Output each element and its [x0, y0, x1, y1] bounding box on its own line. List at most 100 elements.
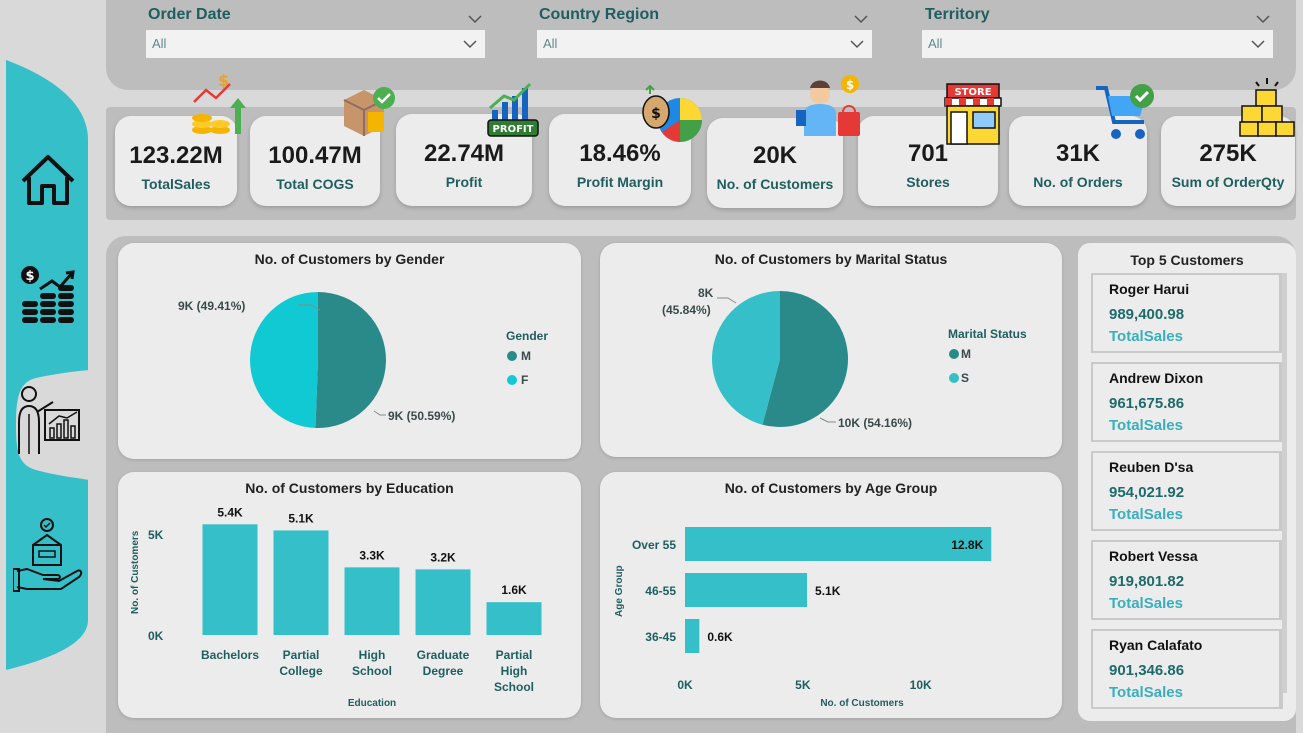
bar-value-label: 12.8K [951, 538, 983, 552]
data-label-f: 9K (49.41%) [178, 299, 245, 313]
bar[interactable] [415, 569, 471, 635]
chevron-down-icon[interactable] [468, 12, 482, 26]
nav-customers[interactable] [6, 370, 90, 470]
bar[interactable] [486, 602, 542, 635]
bar[interactable] [685, 619, 700, 653]
customer-metric-label: TotalSales [1109, 417, 1183, 434]
kpi-label: Stores [906, 174, 950, 190]
customer-name: Andrew Dixon [1109, 370, 1204, 386]
filter-title: Country Region [539, 6, 659, 23]
filter-country-region: Country Region [539, 6, 659, 24]
customer-name: Roger Harui [1109, 281, 1190, 297]
kpi-label: Profit [445, 174, 483, 190]
customer-name: Robert Vessa [1109, 548, 1198, 564]
legend-label-m: M [961, 347, 971, 361]
bar[interactable] [685, 573, 808, 607]
customer-card: Ryan Calafato 901,346.86 TotalSales [1091, 629, 1283, 709]
pie-slice-f[interactable] [250, 292, 318, 428]
kpi-label: No. of Customers [716, 176, 834, 192]
bar-value-label: 0.6K [707, 630, 733, 644]
kpi-value: 100.47M [268, 142, 362, 169]
customer-card: Reuben D'sa 954,021.92 TotalSales [1091, 451, 1283, 531]
chevron-down-icon[interactable] [854, 12, 868, 26]
shopper-icon: $ [796, 75, 860, 136]
shopping-cart-check-icon [1096, 84, 1154, 139]
stacked-boxes-icon [1239, 78, 1295, 137]
legend-label-f: F [521, 373, 528, 387]
nav-sales[interactable]: $ [6, 245, 90, 345]
home-icon [21, 155, 75, 205]
nav-home[interactable] [6, 130, 90, 230]
customer-metric-label: TotalSales [1109, 506, 1183, 523]
territory-dropdown[interactable]: All [922, 30, 1273, 58]
customer-metric-label: TotalSales [1109, 595, 1183, 612]
bar[interactable] [202, 524, 258, 635]
gender-pie-chart: 9K (49.41%) 9K (50.59%) Gender M F [178, 292, 548, 428]
kpi-label: Total COGS [276, 176, 354, 192]
x-tick-label: High School [352, 648, 392, 678]
sales-chart-coins-icon: $ [192, 72, 246, 134]
y-tick-label: 46-55 [645, 584, 676, 598]
customer-card: Roger Harui 989,400.98 TotalSales [1091, 273, 1283, 353]
customer-card: Robert Vessa 919,801.82 TotalSales [1091, 540, 1283, 620]
bar[interactable] [273, 530, 329, 635]
customer-sales: 989,400.98 [1109, 306, 1185, 323]
chevron-down-icon [850, 40, 864, 49]
x-tick-label: 5K [795, 678, 811, 692]
kpi-label: Profit Margin [576, 174, 664, 190]
customer-name: Reuben D'sa [1109, 459, 1194, 475]
education-bar-chart: 5K 0K No. of Customers Education 5.4K Bachelo… [130, 505, 542, 709]
bar[interactable] [685, 527, 992, 561]
top-customers-panel: Top 5 Customers Roger Harui 989,400.98 T… [1078, 243, 1296, 721]
country-region-dropdown[interactable]: All [537, 30, 872, 58]
nav-orders[interactable] [6, 505, 90, 605]
scrollbar[interactable] [1282, 273, 1287, 693]
x-tick-label: Graduate Degree [417, 648, 470, 678]
x-axis-title: Education [348, 698, 396, 709]
dashboard: $ Order Date All Country Region All Terr… [0, 0, 1303, 733]
data-label-s-pct: (45.84%) [662, 303, 711, 317]
customer-card: Andrew Dixon 961,675.86 TotalSales [1091, 362, 1283, 442]
gender-chart-card: No. of Customers by Gender 9K (49.41%) 9… [118, 243, 581, 459]
store-icon: STORE [944, 83, 1002, 145]
kpi-label: No. of Orders [1033, 174, 1123, 190]
legend-marker-m [507, 351, 517, 361]
customer-sales: 901,346.86 [1109, 662, 1185, 679]
legend-title: Gender [506, 329, 548, 343]
bar[interactable] [344, 567, 400, 635]
delivery-hand-box-icon [13, 518, 83, 592]
bar-value-label: 5.4K [217, 505, 243, 519]
legend-marker-m [949, 349, 959, 359]
kpi-value: 20K [752, 142, 798, 169]
filter-title: Territory [925, 6, 990, 23]
kpi-value: 31K [1055, 140, 1101, 167]
panel-title: Top 5 Customers [1130, 252, 1244, 268]
dropdown-value: All [543, 36, 558, 51]
filter-territory: Territory [925, 6, 990, 24]
y-tick-label: 0K [148, 629, 164, 643]
chevron-down-icon[interactable] [1256, 12, 1270, 26]
sales-growth-icon: $ [21, 266, 75, 323]
box-cost-icon [343, 87, 395, 136]
marital-chart-card: No. of Customers by Marital Status 8K (4… [600, 243, 1062, 457]
dropdown-value: All [928, 36, 943, 51]
filter-order-date: Order Date [148, 6, 231, 24]
legend-label-m: M [521, 349, 531, 363]
bar-value-label: 5.1K [288, 511, 314, 525]
pie-slice-m[interactable] [315, 292, 387, 428]
customer-sales: 954,021.92 [1109, 484, 1185, 501]
legend-label-s: S [961, 371, 969, 385]
customer-metric-label: TotalSales [1109, 328, 1183, 345]
bar-value-label: 3.3K [359, 548, 385, 562]
kpi-label: TotalSales [141, 176, 211, 192]
y-axis-title: No. of Customers [130, 530, 141, 614]
legend-title: Marital Status [948, 327, 1027, 341]
order-date-dropdown[interactable]: All [146, 30, 485, 58]
data-label-m: 10K (54.16%) [838, 416, 912, 430]
legend-marker-s [949, 373, 959, 383]
x-tick-label: Partial College [279, 648, 323, 678]
kpi-value: 275K [1199, 140, 1257, 167]
education-chart-card: No. of Customers by Education 5K 0K No. of… [118, 472, 581, 718]
age-chart-card: No. of Customers by Age Group 0K 5K 10K No.… [600, 472, 1062, 718]
svg-text:$: $ [25, 269, 34, 284]
